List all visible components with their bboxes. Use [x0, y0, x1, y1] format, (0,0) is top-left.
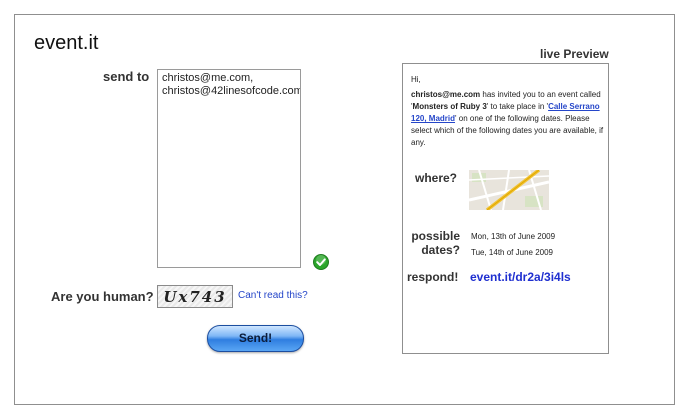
captcha-image: Ux743 — [157, 285, 233, 308]
map-thumbnail[interactable] — [468, 168, 550, 212]
app-title: event.it — [34, 32, 99, 54]
date-option-2[interactable]: Tue, 14th of June 2009 — [471, 248, 553, 257]
recipient-line: christos@42linesofcode.com — [162, 85, 301, 97]
preview-greeting: Hi, — [411, 75, 421, 84]
dates-label-line-2: dates? — [421, 243, 460, 257]
send-button[interactable]: Send! — [207, 325, 304, 352]
dates-label: possible dates? — [410, 229, 460, 257]
respond-label: respond! — [407, 270, 459, 284]
preview-text-2: ' to take place in ' — [486, 102, 549, 111]
live-preview-panel: Hi, christos@me.com has invited you to a… — [402, 63, 609, 354]
preview-message: Hi, christos@me.com has invited you to a… — [411, 74, 606, 149]
preview-sender: christos@me.com — [411, 90, 481, 99]
preview-title: live Preview — [540, 47, 609, 61]
human-label: Are you human? — [51, 289, 154, 304]
preview-event-name: Monsters of Ruby 3 — [412, 102, 487, 111]
date-option-1[interactable]: Mon, 13th of June 2009 — [471, 232, 555, 241]
cant-read-link[interactable]: Can't read this? — [238, 290, 308, 301]
recipients-textarea[interactable]: christos@me.com, christos@42linesofcode.… — [157, 69, 301, 268]
respond-link[interactable]: event.it/dr2a/3i4ls — [470, 270, 571, 284]
check-circle-icon — [313, 254, 329, 270]
preview-body: christos@me.com has invited you to an ev… — [411, 89, 606, 149]
where-label: where? — [415, 171, 458, 185]
recipient-line: christos@me.com, — [162, 72, 254, 84]
dates-label-line-1: possible — [411, 229, 460, 243]
send-to-label: send to — [103, 69, 150, 84]
